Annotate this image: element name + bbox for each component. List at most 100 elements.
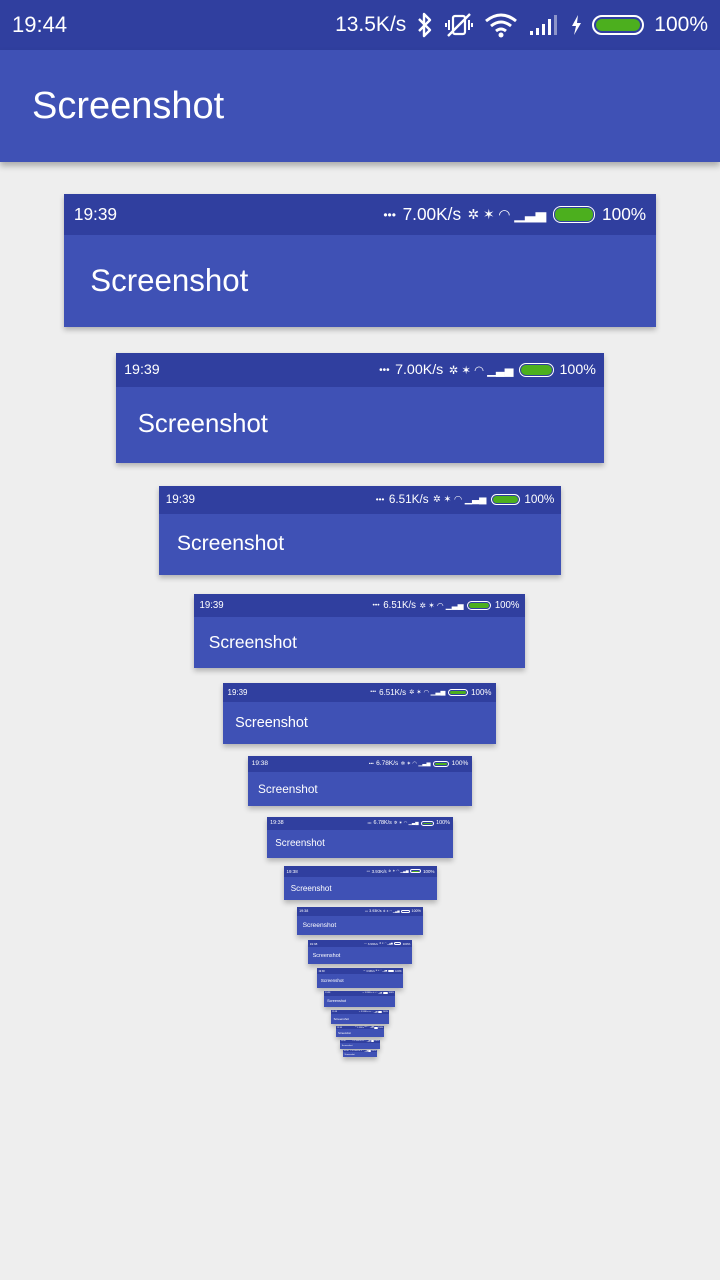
thumbnail-title: Screenshot xyxy=(176,532,285,556)
thumbnail-network-speed: 7.00K/s xyxy=(395,362,444,379)
screenshot-thumbnail: 19:38 ••• 3.93K/s ✲ ✶ ◠ ▁▃▅ 100% Screenshot xyxy=(343,1050,377,1057)
app-title: Screenshot xyxy=(32,84,225,127)
thumbnail-battery-percent: 100% xyxy=(436,820,450,827)
thumbnail-time: 19:38 xyxy=(286,868,298,874)
more-dots-icon: ••• xyxy=(372,601,380,609)
thumbnail-battery-percent: 100% xyxy=(378,1026,384,1029)
more-dots-icon: ••• xyxy=(383,207,397,222)
battery-icon xyxy=(518,363,555,377)
thumbnail-status-icons: ••• 6.51K/s ✲ ✶ ◠ ▁▃▅ 100% xyxy=(373,600,520,611)
thumbnail-battery-percent: 100% xyxy=(411,909,421,914)
screenshot-thumbnail: 19:38 ••• 3.93K/s ✲ ✶ ◠ ▁▃▅ 100% Screenshot xyxy=(297,907,423,935)
screenshot-thumbnail: 19:39 ••• 6.51K/s ✲ ✶ ◠ ▁▃▅ 100% Screenshot xyxy=(159,486,561,575)
thumbnail-network-speed: 3.93K/s xyxy=(357,1026,364,1029)
thumbnail-status-icons: ••• 3.93K/s ✲ ✶ ◠ ▁▃▅ 100% xyxy=(363,970,401,973)
screenshot-thumbnail: 19:38 ••• 3.93K/s ✲ ✶ ◠ ▁▃▅ 100% Screenshot xyxy=(308,940,412,964)
thumbnail-status-bar: 19:38 ••• 3.93K/s ✲ ✶ ◠ ▁▃▅ 100% xyxy=(297,907,423,916)
thumbnail-time: 19:38 xyxy=(331,1011,337,1014)
more-dots-icon: ••• xyxy=(362,992,364,994)
thumbnail-status-glyphs: ✲ ✶ ◠ ▁▃▅ xyxy=(364,1027,374,1029)
thumbnail-time: 19:38 xyxy=(270,820,284,827)
thumbnail-status-glyphs: ✲ ✶ ◠ ▁▃▅ xyxy=(368,1011,378,1013)
thumbnail-network-speed: 7.00K/s xyxy=(402,204,462,225)
thumbnail-status-bar: 19:38 ••• 3.93K/s ✲ ✶ ◠ ▁▃▅ 100% xyxy=(331,1010,389,1015)
thumbnail-status-icons: ••• 7.00K/s ✲ ✶ ◠ ▁▃▅ 100% xyxy=(383,204,646,225)
thumbnail-title: Screenshot xyxy=(257,781,318,796)
thumbnail-battery-percent: 100% xyxy=(382,1011,389,1014)
vibrate-off-icon xyxy=(444,12,474,38)
thumbnail-network-speed: 3.93K/s xyxy=(367,941,378,946)
screenshot-thumbnail: 19:38 ••• 3.93K/s ✲ ✶ ◠ ▁▃▅ 100% Screenshot xyxy=(284,866,437,900)
thumbnail-battery-percent: 100% xyxy=(494,599,520,611)
thumbnail-status-glyphs: ✲ ✶ ◠ ▁▃▅ xyxy=(359,1050,369,1052)
battery-icon xyxy=(401,909,411,914)
thumbnail-title: Screenshot xyxy=(327,999,347,1004)
thumbnail-status-bar: 19:38 ••• 3.93K/s ✲ ✶ ◠ ▁▃▅ 100% xyxy=(343,1050,377,1053)
battery-icon xyxy=(368,1050,371,1053)
thumbnail-status-icons: ••• 3.93K/s ✲ ✶ ◠ ▁▃▅ 100% xyxy=(367,869,435,874)
thumbnail-time: 19:39 xyxy=(199,599,224,611)
more-dots-icon: ••• xyxy=(364,942,367,945)
thumbnail-status-icons: ••• 6.78K/s ✲ ✶ ◠ ▁▃▅ 100% xyxy=(367,820,449,826)
battery-icon xyxy=(374,1026,378,1029)
thumbnail-status-glyphs: ✲ ✶ ◠ ▁▃▅ xyxy=(448,365,514,378)
thumbnail-status-glyphs: ✲ ✶ ◠ ▁▃▅ xyxy=(433,494,487,505)
more-dots-icon: ••• xyxy=(366,869,370,874)
thumbnail-status-glyphs: ✲ ✶ ◠ ▁▃▅ xyxy=(467,206,547,223)
thumbnail-time: 19:38 xyxy=(340,1040,346,1043)
battery-icon xyxy=(490,494,520,506)
thumbnail-status-icons: ••• 6.51K/s ✲ ✶ ◠ ▁▃▅ 100% xyxy=(376,493,555,506)
thumbnail-status-bar: 19:38 ••• 3.93K/s ✲ ✶ ◠ ▁▃▅ 100% xyxy=(324,991,395,996)
thumbnail-status-icons: ••• 3.93K/s ✲ ✶ ◠ ▁▃▅ 100% xyxy=(350,1050,376,1053)
thumbnail-status-bar: 19:38 ••• 3.93K/s ✲ ✶ ◠ ▁▃▅ 100% xyxy=(340,1040,380,1043)
thumbnail-battery-percent: 100% xyxy=(471,687,492,697)
thumbnail-status-bar: 19:38 ••• 3.93K/s ✲ ✶ ◠ ▁▃▅ 100% xyxy=(317,968,403,975)
thumbnail-network-speed: 3.93K/s xyxy=(364,992,372,995)
more-dots-icon: ••• xyxy=(365,909,368,913)
thumbnail-network-speed: 3.93K/s xyxy=(351,1050,359,1053)
battery-icon xyxy=(420,820,435,826)
battery-icon xyxy=(467,600,492,611)
screenshot-thumbnail: 19:38 ••• 3.93K/s ✲ ✶ ◠ ▁▃▅ 100% Screenshot xyxy=(331,1010,389,1024)
thumbnail-status-icons: ••• 3.93K/s ✲ ✶ ◠ ▁▃▅ 100% xyxy=(364,942,410,946)
thumbnail-status-glyphs: ✲ ✶ ◠ ▁▃▅ xyxy=(382,909,400,914)
thumbnail-network-speed: 6.51K/s xyxy=(379,687,407,697)
thumbnail-battery-percent: 100% xyxy=(602,204,647,225)
thumbnail-title: Screenshot xyxy=(341,1044,353,1047)
battery-icon xyxy=(378,1011,383,1014)
thumbnail-battery-percent: 100% xyxy=(388,992,394,995)
thumbnail-status-icons: ••• 7.00K/s ✲ ✶ ◠ ▁▃▅ 100% xyxy=(379,362,596,378)
thumbnail-title: Screenshot xyxy=(208,632,297,653)
battery-icon xyxy=(393,942,402,946)
app-bar: Screenshot xyxy=(0,50,720,162)
screenshot-thumbnail: 19:38 ••• 3.93K/s ✲ ✶ ◠ ▁▃▅ 100% Screenshot xyxy=(340,1040,380,1049)
thumbnail-time: 19:38 xyxy=(299,909,309,914)
thumbnail-status-glyphs: ✲ ✶ ◠ ▁▃▅ xyxy=(400,760,431,767)
battery-icon xyxy=(410,869,422,874)
thumbnail-title: Screenshot xyxy=(320,978,344,984)
more-dots-icon: ••• xyxy=(367,821,372,826)
screenshot-thumbnail: 19:39 ••• 7.00K/s ✲ ✶ ◠ ▁▃▅ 100% Screenshot xyxy=(116,353,604,463)
thumbnail-title: Screenshot xyxy=(90,263,249,299)
screenshot-thumbnail: 19:38 ••• 3.93K/s ✲ ✶ ◠ ▁▃▅ 100% Screenshot xyxy=(317,968,403,988)
status-time: 19:44 xyxy=(12,12,68,37)
thumbnail-title: Screenshot xyxy=(290,883,332,893)
wifi-icon xyxy=(484,12,518,38)
thumbnail-battery-percent: 100% xyxy=(524,493,555,507)
thumbnail-status-icons: ••• 3.93K/s ✲ ✶ ◠ ▁▃▅ 100% xyxy=(359,1011,389,1014)
thumbnail-network-speed: 3.93K/s xyxy=(354,1040,361,1043)
thumbnail-title: Screenshot xyxy=(312,952,341,959)
thumbnail-status-glyphs: ✲ ✶ ◠ ▁▃▅ xyxy=(419,600,464,610)
thumbnail-time: 19:39 xyxy=(73,204,118,225)
thumbnail-status-bar: 19:39 ••• 6.51K/s ✲ ✶ ◠ ▁▃▅ 100% xyxy=(194,594,525,617)
battery-fill xyxy=(596,19,641,31)
thumbnail-status-icons: ••• 3.93K/s ✲ ✶ ◠ ▁▃▅ 100% xyxy=(355,1026,384,1029)
screenshot-thumbnail: 19:39 ••• 6.51K/s ✲ ✶ ◠ ▁▃▅ 100% Screenshot xyxy=(194,594,525,668)
thumbnail-battery-percent: 100% xyxy=(395,969,402,973)
bluetooth-icon xyxy=(416,12,434,38)
network-speed: 13.5K/s xyxy=(335,13,407,36)
more-dots-icon: ••• xyxy=(379,364,390,376)
thumbnail-time: 19:38 xyxy=(251,760,269,768)
thumbnail-status-icons: ••• 6.78K/s ✲ ✶ ◠ ▁▃▅ 100% xyxy=(369,760,468,767)
more-dots-icon: ••• xyxy=(370,689,377,696)
